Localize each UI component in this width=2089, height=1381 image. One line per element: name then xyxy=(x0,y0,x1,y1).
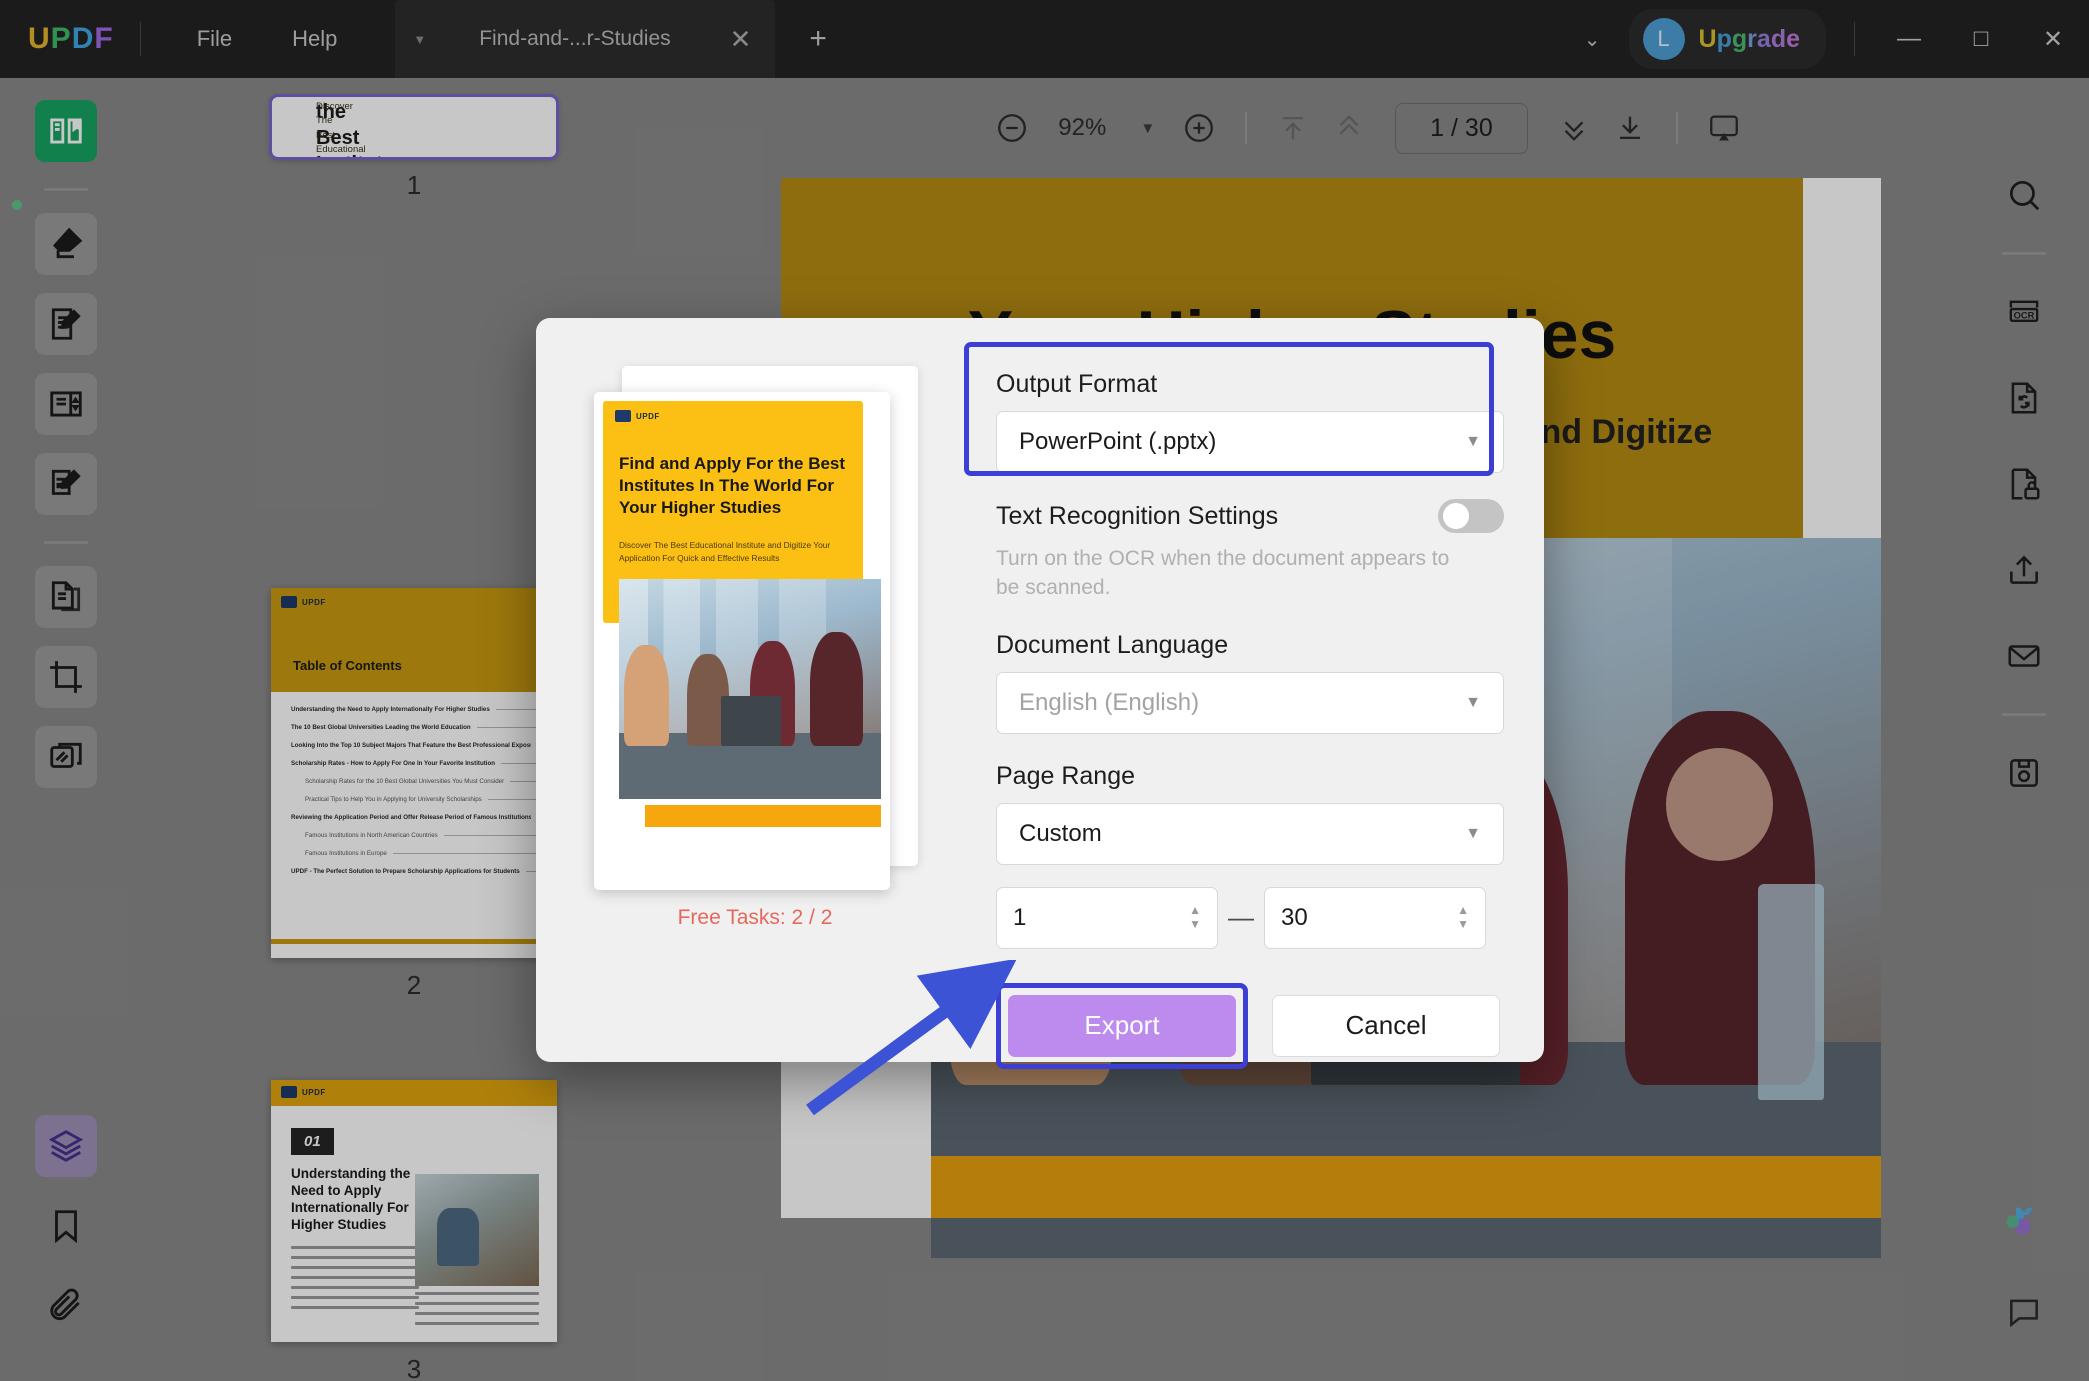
page-range-label: Page Range xyxy=(996,761,1136,790)
toggle-knob xyxy=(1443,503,1469,529)
preview-front-sheet: UPDF Find and Apply For the Best Institu… xyxy=(594,392,890,890)
page-range-to-value: 30 xyxy=(1281,903,1308,931)
text-recognition-hint: Turn on the OCR when the document appear… xyxy=(996,547,1450,599)
dialog-settings-pane: Output Format PowerPoint (.pptx) ▼ Text … xyxy=(964,318,1544,1069)
preview-subheading: Discover The Best Educational Institute … xyxy=(619,540,831,564)
output-format-group: Output Format PowerPoint (.pptx) ▼ xyxy=(996,370,1504,473)
ocr-toggle[interactable] xyxy=(1438,499,1504,533)
output-format-value: PowerPoint (.pptx) xyxy=(1019,428,1217,455)
dialog-buttons: Export Cancel xyxy=(996,982,1504,1069)
preview-photo xyxy=(619,579,881,799)
chevron-down-icon[interactable]: ▼ xyxy=(1465,694,1481,712)
output-format-label: Output Format xyxy=(996,370,1158,398)
chevron-down-icon[interactable]: ▼ xyxy=(1465,825,1481,843)
document-language-value: English (English) xyxy=(1019,688,1200,716)
page-range-separator: — xyxy=(1228,902,1254,933)
export-button[interactable]: Export xyxy=(1008,994,1236,1057)
stepper-arrows[interactable]: ▲ ▼ xyxy=(1189,904,1201,930)
stepper-arrows[interactable]: ▲ ▼ xyxy=(1457,904,1469,930)
preview-brand: UPDF xyxy=(615,410,660,422)
export-button-wrapper: Export xyxy=(996,982,1248,1069)
page-range-select[interactable]: Custom ▼ xyxy=(996,802,1504,865)
output-format-select[interactable]: PowerPoint (.pptx) ▼ xyxy=(996,411,1504,473)
free-tasks-label: Free Tasks: 2 / 2 xyxy=(677,906,833,929)
page-range-from-stepper[interactable]: 1 ▲ ▼ xyxy=(996,886,1218,949)
dialog-preview-pane: UPDF Find and Apply For the Best Institu… xyxy=(536,318,974,1062)
document-language-label: Document Language xyxy=(996,630,1229,659)
text-recognition-group: Text Recognition Settings Turn on the OC… xyxy=(996,499,1504,1069)
text-recognition-label: Text Recognition Settings xyxy=(996,501,1279,530)
updf-chip-icon xyxy=(615,410,631,422)
export-dialog: UPDF Find and Apply For the Best Institu… xyxy=(536,318,1544,1069)
cancel-button[interactable]: Cancel xyxy=(1272,994,1500,1057)
text-recognition-row: Text Recognition Settings xyxy=(996,499,1504,533)
page-range-from-value: 1 xyxy=(1013,903,1027,931)
page-range-to-stepper[interactable]: 30 ▲ ▼ xyxy=(1264,886,1486,949)
preview-yellow-bar xyxy=(645,805,881,827)
document-language-select[interactable]: English (English) ▼ xyxy=(996,671,1504,734)
preview-heading: Find and Apply For the Best Institutes I… xyxy=(619,454,846,518)
chevron-down-icon[interactable]: ▼ xyxy=(1465,433,1481,451)
updf-application-window: UPDF File Help ▼ Find-and-...r-Studies ✕… xyxy=(0,0,2089,1381)
page-range-inputs: 1 ▲ ▼ — 30 ▲ ▼ xyxy=(996,886,1504,949)
page-range-mode: Custom xyxy=(1019,819,1102,847)
